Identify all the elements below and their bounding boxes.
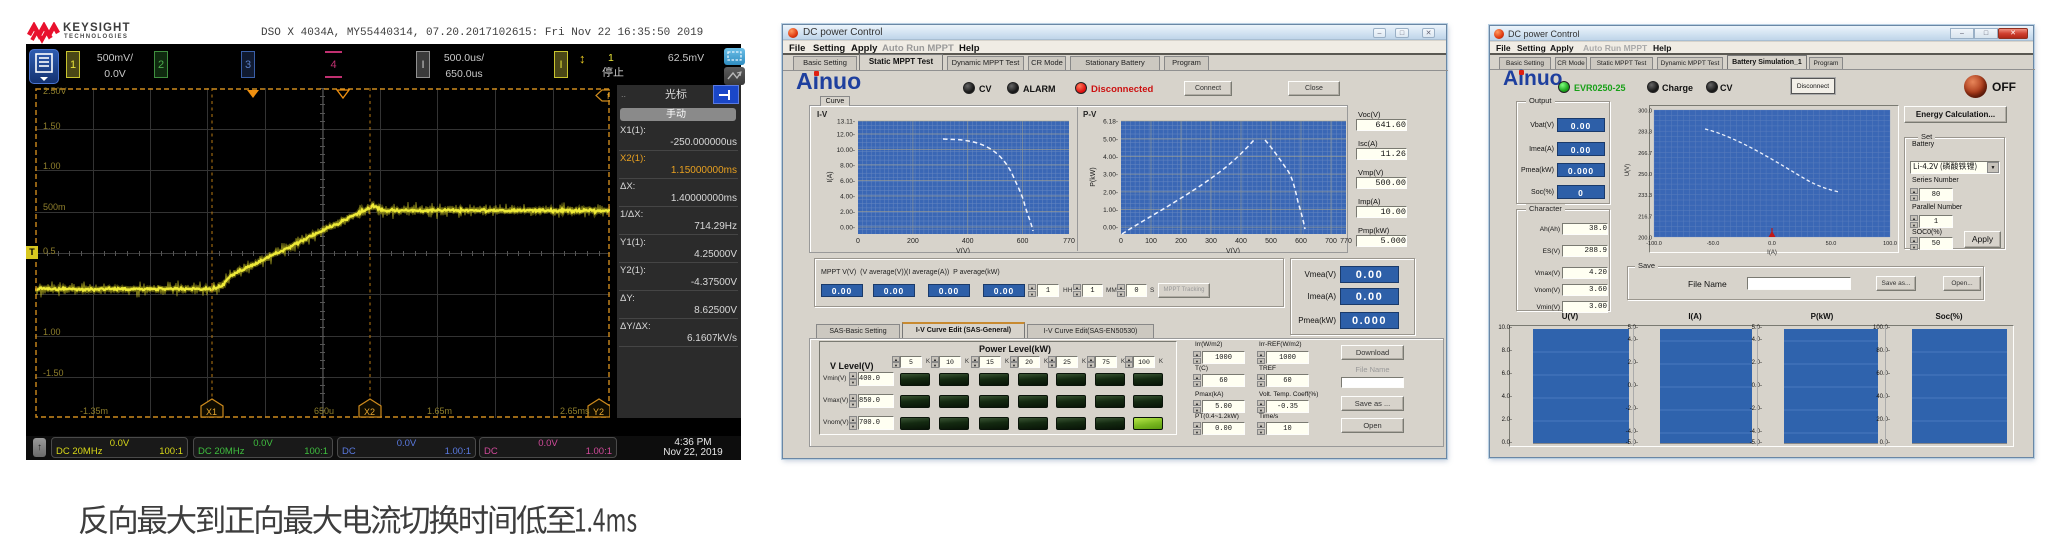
svg-text:50.0: 50.0	[1826, 241, 1837, 247]
svg-text:V(V): V(V)	[1226, 248, 1240, 253]
svg-text:4.00-: 4.00-	[1103, 154, 1118, 161]
svg-text:6.00-: 6.00-	[840, 178, 855, 185]
svg-text:700: 700	[1325, 238, 1337, 245]
svg-text:300: 300	[1205, 238, 1217, 245]
svg-text:f1: f1	[607, 91, 610, 101]
svg-text:8.00-: 8.00-	[840, 163, 855, 170]
svg-text:X1: X1	[206, 407, 217, 417]
svg-text:-100.0: -100.0	[1646, 241, 1662, 247]
svg-text:0: 0	[1119, 238, 1123, 245]
svg-text:400: 400	[1235, 238, 1247, 245]
svg-text:2.00-: 2.00-	[1103, 189, 1118, 196]
svg-text:Y2: Y2	[593, 407, 604, 417]
svg-text:6.18-: 6.18-	[1103, 119, 1118, 126]
svg-text:P-V: P-V	[1083, 110, 1097, 119]
svg-text:I-V: I-V	[817, 110, 828, 119]
svg-text:283.3: 283.3	[1638, 130, 1652, 136]
svg-text:100: 100	[1145, 238, 1157, 245]
svg-text:600: 600	[1017, 238, 1029, 245]
svg-text:400: 400	[962, 238, 974, 245]
svg-text:770: 770	[1340, 238, 1352, 245]
svg-text:I(A): I(A)	[827, 171, 834, 182]
svg-text:0.0: 0.0	[1768, 241, 1776, 247]
svg-text:2.00-: 2.00-	[840, 209, 855, 216]
svg-text:U(V): U(V)	[1625, 164, 1631, 176]
svg-text:200: 200	[1175, 238, 1187, 245]
svg-text:216.7: 216.7	[1638, 214, 1652, 220]
svg-text:0.00-: 0.00-	[840, 225, 855, 232]
svg-text:600: 600	[1295, 238, 1307, 245]
svg-text:-50.0: -50.0	[1707, 241, 1720, 247]
svg-text:300.0: 300.0	[1638, 109, 1652, 115]
svg-text:3.00-: 3.00-	[1103, 172, 1118, 179]
svg-text:10.00-: 10.00-	[837, 147, 855, 154]
svg-text:1.00-: 1.00-	[1103, 207, 1118, 214]
svg-text:0: 0	[856, 238, 860, 245]
svg-text:X2: X2	[364, 407, 375, 417]
svg-text:12.00-: 12.00-	[837, 132, 855, 139]
svg-text:266.7: 266.7	[1638, 151, 1652, 157]
svg-text:5.00-: 5.00-	[1103, 137, 1118, 144]
svg-text:13.11-: 13.11-	[837, 119, 855, 126]
svg-text:I(A): I(A)	[1767, 250, 1777, 256]
svg-text:P(kW): P(kW)	[1090, 167, 1097, 186]
svg-text:250.0: 250.0	[1638, 172, 1652, 178]
svg-text:4.00-: 4.00-	[840, 194, 855, 201]
svg-text:500: 500	[1265, 238, 1277, 245]
svg-text:233.3: 233.3	[1638, 193, 1652, 199]
svg-text:200: 200	[907, 238, 919, 245]
svg-text:100.0: 100.0	[1883, 241, 1897, 247]
svg-text:0.00-: 0.00-	[1103, 225, 1118, 232]
svg-text:770: 770	[1063, 238, 1075, 245]
svg-text:V(V): V(V)	[956, 248, 970, 253]
